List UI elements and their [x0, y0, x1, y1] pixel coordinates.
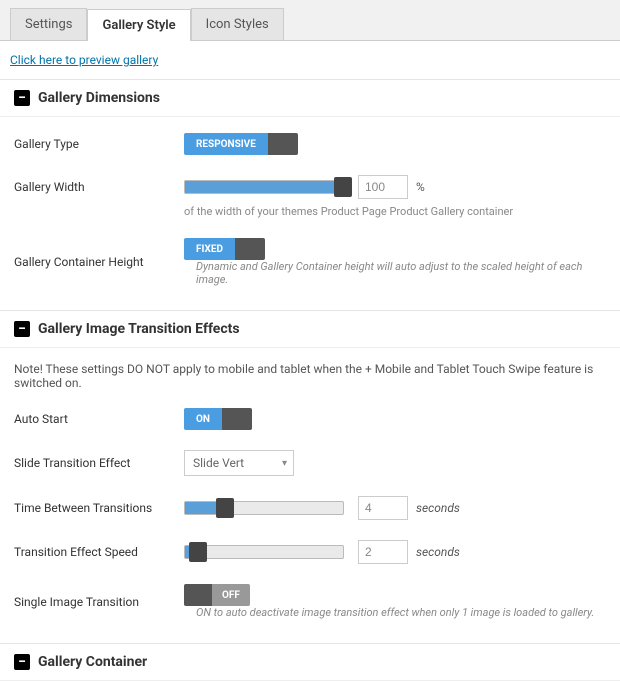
row-time-between: Time Between Transitions seconds	[14, 486, 606, 530]
row-slide-effect: Slide Transition Effect Slide Vert	[14, 440, 606, 486]
input-gallery-width[interactable]	[358, 175, 408, 199]
toggle-single-image[interactable]: OFF	[184, 584, 250, 606]
toggle-auto-start[interactable]: ON	[184, 408, 252, 430]
collapse-icon: −	[14, 654, 30, 670]
tab-icon-styles[interactable]: Icon Styles	[191, 8, 284, 40]
input-speed[interactable]	[358, 540, 408, 564]
collapse-icon: −	[14, 90, 30, 106]
label-slide-effect: Slide Transition Effect	[14, 456, 184, 470]
tab-gallery-style[interactable]: Gallery Style	[87, 9, 190, 41]
label-gallery-width: Gallery Width	[14, 180, 184, 194]
section-title: Gallery Dimensions	[38, 90, 160, 106]
unit-seconds: seconds	[416, 545, 460, 559]
toggle-gallery-type[interactable]: RESPONSIVE	[184, 133, 298, 155]
helper-container-height: Dynamic and Gallery Container height wil…	[196, 260, 606, 286]
row-single-image: Single Image Transition OFF ON to auto d…	[14, 574, 606, 629]
label-single-image: Single Image Transition	[14, 595, 184, 609]
section-title: Gallery Container	[38, 654, 147, 670]
row-auto-start: Auto Start ON	[14, 398, 606, 440]
tab-settings[interactable]: Settings	[10, 8, 87, 40]
unit-percent: %	[416, 180, 425, 194]
section-header-transitions[interactable]: − Gallery Image Transition Effects	[0, 311, 620, 348]
slider-speed[interactable]	[184, 545, 344, 559]
section-header-container[interactable]: − Gallery Container	[0, 644, 620, 681]
label-container-height: Gallery Container Height	[14, 255, 184, 269]
input-time-between[interactable]	[358, 496, 408, 520]
note-transitions: Note! These settings DO NOT apply to mob…	[14, 354, 606, 398]
row-container-height: Gallery Container Height FIXED Dynamic a…	[14, 228, 606, 296]
section-title: Gallery Image Transition Effects	[38, 321, 240, 337]
preview-gallery-link[interactable]: Click here to preview gallery	[0, 41, 620, 80]
helper-gallery-width: of the width of your themes Product Page…	[184, 205, 606, 218]
row-speed: Transition Effect Speed seconds	[14, 530, 606, 574]
tab-bar: Settings Gallery Style Icon Styles	[0, 0, 620, 41]
select-slide-effect[interactable]: Slide Vert	[184, 450, 294, 476]
slider-gallery-width[interactable]	[184, 180, 344, 194]
collapse-icon: −	[14, 321, 30, 337]
toggle-container-height[interactable]: FIXED	[184, 238, 265, 260]
slider-time-between[interactable]	[184, 501, 344, 515]
content-area: Click here to preview gallery − Gallery …	[0, 41, 620, 681]
helper-single-image: ON to auto deactivate image transition e…	[196, 606, 594, 619]
label-speed: Transition Effect Speed	[14, 545, 184, 559]
section-header-dimensions[interactable]: − Gallery Dimensions	[0, 80, 620, 117]
unit-seconds: seconds	[416, 501, 460, 515]
label-gallery-type: Gallery Type	[14, 137, 184, 151]
label-time-between: Time Between Transitions	[14, 501, 184, 515]
section-body-dimensions: Gallery Type RESPONSIVE Gallery Width %	[0, 117, 620, 311]
row-gallery-width: Gallery Width %	[14, 165, 606, 209]
label-auto-start: Auto Start	[14, 412, 184, 426]
row-gallery-type: Gallery Type RESPONSIVE	[14, 123, 606, 165]
